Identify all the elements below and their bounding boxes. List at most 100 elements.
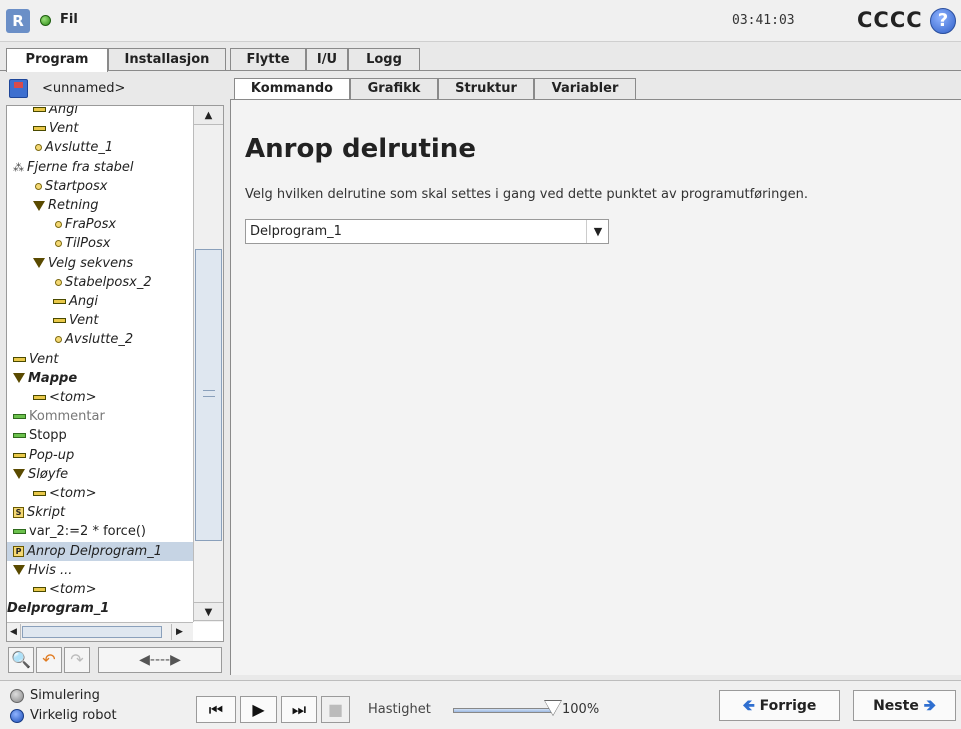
tree-node-label: Sløyfe [28, 466, 69, 482]
tree-node[interactable]: Retning [7, 196, 193, 215]
tree-node[interactable]: Pop-up [7, 446, 193, 465]
tree-node[interactable]: Vent [7, 350, 193, 369]
speed-slider-handle[interactable] [545, 701, 561, 715]
radio-on-icon [10, 708, 24, 723]
tree-node-label: Avslutte_2 [65, 332, 134, 348]
tree-node[interactable]: var_2:=2 * force() [7, 522, 193, 541]
mode-simulation-radio[interactable]: Simulering [10, 686, 100, 706]
tree-node[interactable]: FraPosx [7, 215, 193, 234]
folder-triangle-icon [13, 469, 25, 480]
tab-program[interactable]: Program [6, 48, 108, 72]
tree-node[interactable]: TilPosx [7, 234, 193, 253]
scroll-right-icon[interactable]: ▶ [171, 624, 187, 640]
arrow-right-icon: 🡺 [923, 696, 936, 714]
skip-to-start-icon[interactable]: ⏮ [196, 696, 236, 723]
stack-icon: ⁂ [13, 160, 24, 174]
tree-node-label: Startposx [45, 178, 108, 194]
move-node-button[interactable]: ◀----▶ [98, 647, 222, 673]
tree-node[interactable]: <tom> [7, 484, 193, 503]
search-icon[interactable]: 🔍 [8, 647, 34, 673]
subprogram-selected-value: Delprogram_1 [250, 224, 342, 239]
mode-real-robot-radio[interactable]: Virkelig robot [10, 706, 117, 726]
tree-node[interactable]: Vent [7, 311, 193, 330]
tree-node[interactable]: Delprogram_1 [7, 599, 193, 618]
tree-node-label: Vent [69, 313, 99, 329]
redo-icon[interactable]: ↷ [64, 647, 90, 673]
tree-node-label: <tom> [49, 486, 97, 501]
tree-node[interactable]: Stabelposx_2 [7, 273, 193, 292]
tree-node[interactable]: Kommentar [7, 407, 193, 426]
tree-node-label: Stabelposx_2 [65, 274, 152, 290]
radio-off-icon [10, 688, 24, 703]
tree-node[interactable]: Angi [7, 292, 193, 311]
tree-vertical-scrollbar[interactable]: ▲ ▼ [193, 106, 223, 622]
tree-node[interactable]: Angi [7, 106, 193, 119]
tree-node[interactable]: Velg sekvens [7, 254, 193, 273]
bar-icon [33, 587, 46, 592]
tree-node[interactable]: Avslutte_2 [7, 330, 193, 349]
folder-triangle-icon [33, 258, 45, 269]
program-tree: Angi Vent Avslutte_1 ⁂ Fjerne fra stabel Star… [6, 105, 224, 642]
help-icon[interactable]: ? [930, 8, 956, 34]
previous-button[interactable]: 🡸 Forrige [719, 690, 840, 721]
tree-node-label: Vent [49, 121, 79, 137]
scroll-down-icon[interactable]: ▼ [194, 602, 223, 621]
folder-triangle-icon [13, 565, 25, 576]
tree-node[interactable]: <tom> [7, 388, 193, 407]
tab-iu[interactable]: I/U [306, 48, 348, 70]
tree-node-label: Delprogram_1 [7, 601, 110, 617]
comment-icon [13, 414, 26, 420]
bar-icon [53, 318, 66, 324]
tree-horizontal-scrollbar[interactable]: ◀ ▶ [7, 622, 193, 641]
tree-node[interactable]: Vent [7, 119, 193, 138]
speed-slider[interactable] [453, 708, 553, 713]
tree-node[interactable]: Hvis ... [7, 561, 193, 580]
tab-kommando[interactable]: Kommando [234, 78, 350, 99]
tab-installasjon[interactable]: Installasjon [108, 48, 226, 70]
tree-node[interactable]: Sløyfe [7, 465, 193, 484]
robot-name: CCCC [857, 8, 923, 32]
mode-real-label: Virkelig robot [30, 708, 117, 723]
tree-node-label: Retning [48, 198, 99, 213]
tab-struktur[interactable]: Struktur [438, 78, 534, 99]
stop-icon[interactable]: ■ [321, 696, 350, 723]
tree-node-label: Velg sekvens [48, 255, 134, 271]
scroll-left-icon[interactable]: ◀ [7, 624, 21, 640]
subprogram-dropdown[interactable]: Delprogram_1 ▼ [245, 219, 609, 244]
tab-variabler[interactable]: Variabler [534, 78, 636, 99]
tree-node[interactable]: Avslutte_1 [7, 138, 193, 157]
save-icon[interactable] [9, 79, 28, 98]
tree-node[interactable]: S Skript [7, 503, 193, 522]
previous-label: Forrige [759, 698, 817, 714]
scroll-thumb[interactable] [195, 249, 222, 541]
tree-node-label: Pop-up [29, 447, 75, 463]
arrow-left-icon: 🡸 [742, 696, 755, 714]
bar-icon [33, 491, 46, 496]
tree-node[interactable]: <tom> [7, 580, 193, 599]
command-panel: Anrop delrutine Velg hvilken delrutine s… [230, 99, 961, 675]
tab-divider [0, 70, 961, 71]
waypoint-icon [35, 182, 42, 190]
ur-logo-icon: R [6, 9, 30, 33]
tab-flytte[interactable]: Flytte [230, 48, 306, 70]
chevron-down-icon[interactable]: ▼ [586, 220, 609, 243]
tab-grafikk[interactable]: Grafikk [350, 78, 438, 99]
tree-node[interactable]: P Anrop Delprogram_1 [7, 541, 193, 561]
tree-toolbar: 🔍 ↶ ↷ ◀----▶ [6, 645, 224, 675]
tree-node[interactable]: Startposx [7, 177, 193, 196]
horizontal-scroll-thumb[interactable] [22, 626, 162, 638]
assignment-icon [13, 529, 26, 535]
step-icon[interactable]: ⏭ [281, 696, 317, 723]
waypoint-icon [55, 278, 62, 286]
next-button[interactable]: Neste 🡺 [853, 690, 956, 721]
file-menu[interactable]: Fil [60, 12, 78, 27]
scroll-up-icon[interactable]: ▲ [194, 106, 223, 125]
undo-icon[interactable]: ↶ [36, 647, 62, 673]
tree-node[interactable]: Mappe [7, 369, 193, 388]
tree-node[interactable]: Stopp [7, 426, 193, 445]
tab-logg[interactable]: Logg [348, 48, 420, 70]
bar-icon [53, 299, 66, 304]
play-icon[interactable]: ▶ [240, 696, 277, 723]
waypoint-icon [55, 240, 62, 248]
tree-node[interactable]: ⁂ Fjerne fra stabel [7, 158, 193, 177]
